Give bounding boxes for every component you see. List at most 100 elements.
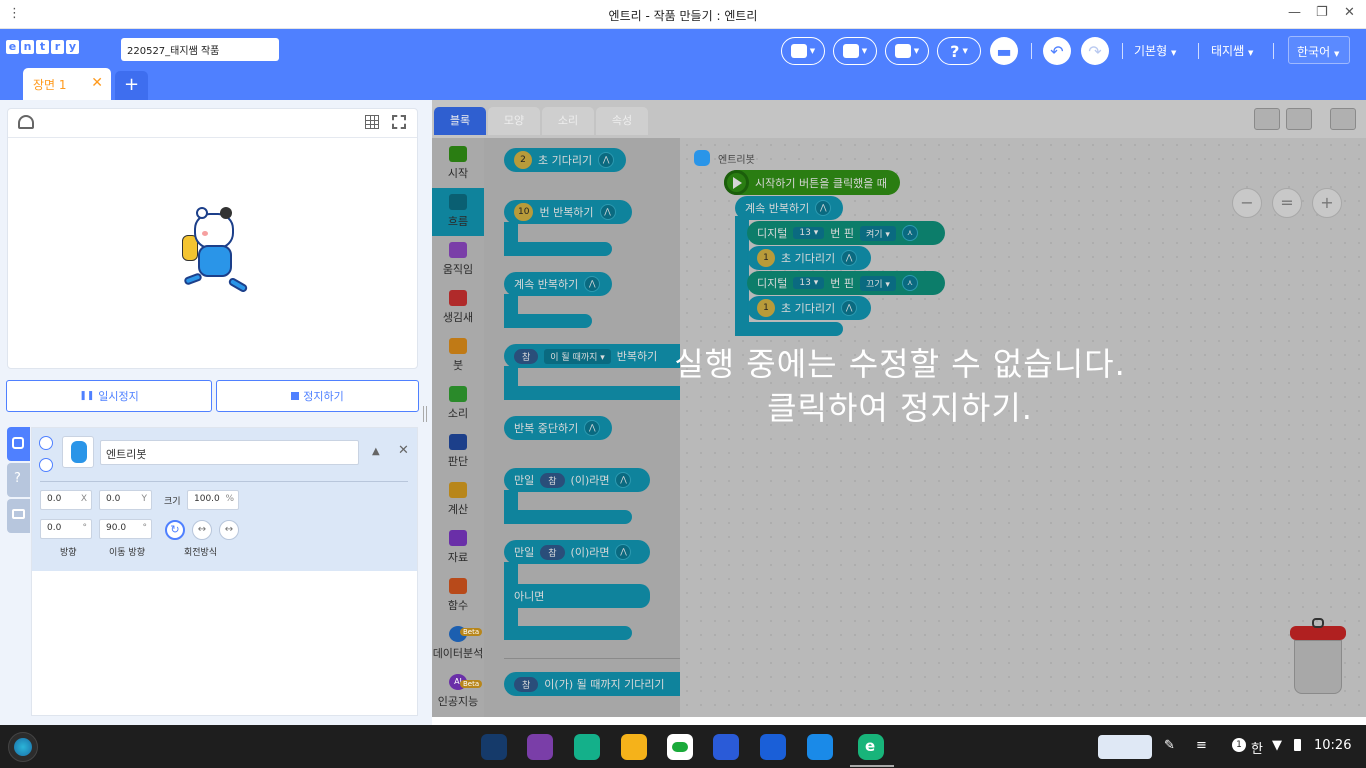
entry-logo[interactable]: e n t r y xyxy=(6,40,79,54)
restore-icon[interactable]: ❐ xyxy=(1316,5,1328,20)
category-sound[interactable]: 소리 xyxy=(432,380,484,428)
classroom-app-icon[interactable] xyxy=(713,734,739,760)
zoom-out-button[interactable]: − xyxy=(1232,188,1262,218)
visibility-eye-icon[interactable] xyxy=(39,436,53,450)
tab-shapes[interactable]: 모양 xyxy=(488,107,540,135)
trash-can-icon[interactable] xyxy=(1290,618,1346,696)
condition-slot[interactable]: 참 xyxy=(514,676,539,692)
category-data-analysis[interactable]: Beta 데이터분석 xyxy=(432,620,484,668)
shortcut-menu-button[interactable]: ▼ xyxy=(781,37,825,65)
undo-button[interactable]: ↶ xyxy=(1043,37,1071,65)
condition-slot[interactable]: 참 xyxy=(540,472,565,488)
store-app-icon[interactable] xyxy=(527,734,553,760)
help-menu-button[interactable]: ? ▼ xyxy=(937,37,981,65)
add-scene-button[interactable]: + xyxy=(115,71,148,100)
playlist-icon[interactable]: ≡ xyxy=(1196,738,1207,753)
object-name-input[interactable]: 엔트리봇 xyxy=(100,440,359,465)
wait-seconds-block[interactable]: 1 초 기다리기 ⋀ xyxy=(747,246,871,270)
category-judgement[interactable]: 판단 xyxy=(432,428,484,476)
panel-resize-handle[interactable] xyxy=(423,406,427,422)
grid-icon[interactable] xyxy=(365,115,379,129)
backpack-icon[interactable] xyxy=(1330,108,1356,130)
reader-app-icon[interactable] xyxy=(807,734,833,760)
camera-app-icon[interactable] xyxy=(574,734,600,760)
tray-thumbnails[interactable] xyxy=(1098,735,1152,759)
size-input[interactable]: 100.0% xyxy=(187,490,239,510)
tab-sounds[interactable]: 소리 xyxy=(542,107,594,135)
rotate-horizontal-icon[interactable]: ↔ xyxy=(192,520,212,540)
notification-count[interactable]: 1 xyxy=(1232,738,1246,752)
forever-block[interactable]: 계속 반복하기 ⋀ xyxy=(735,196,843,220)
language-select[interactable]: 한국어 ▼ xyxy=(1288,36,1350,64)
category-looks[interactable]: 생김새 xyxy=(432,284,484,332)
collapse-up-icon[interactable]: ▲ xyxy=(372,446,380,457)
entry-app-icon[interactable]: e xyxy=(858,734,884,760)
wifi-icon[interactable]: ▼ xyxy=(1272,738,1282,753)
category-flow[interactable]: 흐름 xyxy=(432,188,484,236)
scene-tab[interactable]: 장면 1 ✕ xyxy=(23,68,111,100)
document-menu-button[interactable]: ▼ xyxy=(833,37,877,65)
x-coordinate-input[interactable]: 0.0 X xyxy=(40,490,92,510)
bird-app-icon[interactable] xyxy=(481,734,507,760)
delete-object-icon[interactable]: ✕ xyxy=(398,443,409,458)
close-scene-icon[interactable]: ✕ xyxy=(91,75,103,91)
number-slot[interactable]: 10 xyxy=(514,203,534,221)
category-function[interactable]: 함수 xyxy=(432,572,484,620)
minimize-icon[interactable]: — xyxy=(1288,5,1301,20)
condition-slot[interactable]: 참 xyxy=(540,544,565,560)
pin-dropdown[interactable]: 13 ▾ xyxy=(793,227,825,239)
if-else-block[interactable]: 만일 참 (이)라면 ⋀ xyxy=(504,540,650,564)
digital-pin-off-block[interactable]: 디지털 13 ▾ 번 핀 끄기 ▾ ⋏ xyxy=(747,271,945,295)
fullscreen-icon[interactable] xyxy=(392,115,406,129)
rotate-none-icon[interactable]: ↔ xyxy=(219,520,239,540)
forever-block[interactable]: 계속 반복하기 ⋀ xyxy=(504,272,612,296)
state-dropdown[interactable]: 켜기 ▾ xyxy=(859,225,896,241)
screen-app-icon[interactable] xyxy=(760,734,786,760)
close-window-icon[interactable]: ✕ xyxy=(1344,5,1355,20)
user-menu[interactable]: 태지쌤 ▼ xyxy=(1211,42,1253,59)
state-dropdown[interactable]: 끄기 ▾ xyxy=(859,275,896,291)
comment-icon[interactable] xyxy=(1254,108,1280,130)
direction-input[interactable]: 0.0 ° xyxy=(40,519,92,539)
files-app-icon[interactable] xyxy=(621,734,647,760)
tab-properties[interactable]: 속성 xyxy=(596,107,648,135)
number-slot[interactable]: 1 xyxy=(757,299,775,317)
wait-until-block[interactable]: 참 이(가) 될 때까지 기다리기 xyxy=(504,672,680,696)
number-slot[interactable]: 1 xyxy=(757,249,775,267)
save-menu-button[interactable]: ▼ xyxy=(885,37,929,65)
redo-button[interactable]: ↷ xyxy=(1081,37,1109,65)
lock-icon[interactable] xyxy=(39,458,53,472)
number-slot[interactable]: 2 xyxy=(514,151,532,169)
help-tab[interactable]: ? xyxy=(7,463,30,497)
speed-gauge-icon[interactable] xyxy=(18,115,34,129)
digital-pin-on-block[interactable]: 디지털 13 ▾ 번 핀 켜기 ▾ ⋏ xyxy=(747,221,945,245)
pin-dropdown[interactable]: 13 ▾ xyxy=(793,277,825,289)
stage-area[interactable] xyxy=(7,108,418,369)
object-thumbnail[interactable] xyxy=(62,436,94,468)
wait-seconds-block[interactable]: 2 초 기다리기 ⋀ xyxy=(504,148,626,172)
wait-seconds-block[interactable]: 1 초 기다리기 ⋀ xyxy=(747,296,871,320)
when-start-clicked-block[interactable]: 시작하기 버튼을 클릭했을 때 xyxy=(724,170,900,195)
category-ai[interactable]: AI Beta 인공지능 xyxy=(432,668,484,716)
category-data[interactable]: 자료 xyxy=(432,524,484,572)
tab-blocks[interactable]: 블록 xyxy=(434,107,486,135)
stop-button[interactable]: 정지하기 xyxy=(216,380,419,412)
running-overlay-message[interactable]: 실행 중에는 수정할 수 없습니다. 클릭하여 정지하기. xyxy=(560,342,1240,430)
cloud-app-icon[interactable] xyxy=(667,734,693,760)
condition-slot[interactable]: 참 xyxy=(514,348,539,364)
if-block[interactable]: 만일 참 (이)라면 ⋀ xyxy=(504,468,650,492)
repeat-n-block[interactable]: 10 번 반복하기 ⋀ xyxy=(504,200,632,224)
object-tab[interactable] xyxy=(7,427,30,461)
category-start[interactable]: 시작 xyxy=(432,140,484,188)
project-name-input[interactable]: 220527_태지쌤 작품 xyxy=(121,38,279,61)
hardware-tab[interactable] xyxy=(7,499,30,533)
y-coordinate-input[interactable]: 0.0 Y xyxy=(99,490,152,510)
zoom-reset-button[interactable]: = xyxy=(1272,188,1302,218)
block-workspace[interactable]: 블록 모양 소리 속성 시작 흐름 움직임 생김새 붓 소리 판단 계산 자료 … xyxy=(432,100,1366,717)
rotate-free-icon[interactable]: ↻ xyxy=(165,520,185,540)
pause-button[interactable]: ❚❚ 일시정지 xyxy=(6,380,212,412)
print-button[interactable]: ▬ xyxy=(990,37,1018,65)
add-comment-icon[interactable] xyxy=(1286,108,1312,130)
clock[interactable]: 10:26 xyxy=(1314,738,1351,753)
move-direction-input[interactable]: 90.0 ° xyxy=(99,519,152,539)
